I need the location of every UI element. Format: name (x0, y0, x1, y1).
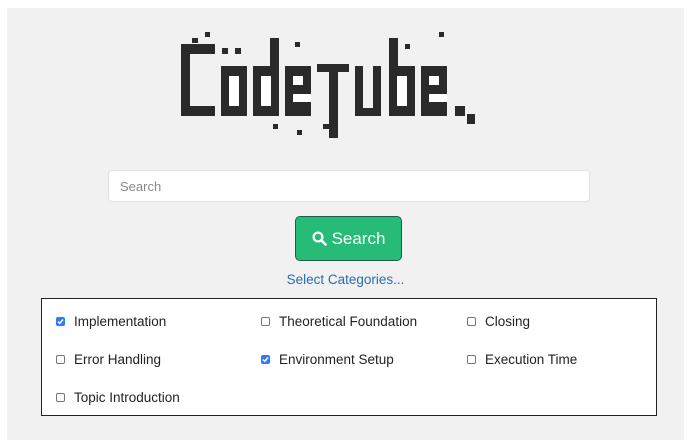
category-label: Implementation (74, 314, 167, 329)
category-label: Theoretical Foundation (279, 314, 418, 329)
category-error-handling[interactable]: Error Handling (56, 352, 161, 367)
checkbox-theoretical-foundation[interactable] (261, 317, 270, 326)
category-execution-time[interactable]: Execution Time (467, 352, 577, 367)
select-categories-label: Select Categories... (286, 272, 405, 287)
checkmark-icon (57, 319, 64, 325)
categories-box: Implementation Theoretical Foundation Cl… (41, 298, 657, 416)
category-label: Closing (485, 314, 531, 329)
magnifier-icon (312, 231, 327, 246)
category-topic-introduction[interactable]: Topic Introduction (56, 390, 180, 405)
checkmark-icon (262, 357, 269, 363)
category-label: Environment Setup (279, 352, 394, 367)
category-closing[interactable]: Closing (467, 314, 530, 329)
checkbox-implementation[interactable] (56, 317, 65, 326)
search-input[interactable] (108, 170, 590, 202)
search-button-label: Search (331, 228, 386, 248)
category-theoretical-foundation[interactable]: Theoretical Foundation (261, 314, 417, 329)
category-environment-setup[interactable]: Environment Setup (261, 352, 394, 367)
checkbox-environment-setup[interactable] (261, 355, 270, 364)
search-button[interactable]: Search (295, 216, 402, 261)
category-implementation[interactable]: Implementation (56, 314, 166, 329)
category-label: Topic Introduction (74, 390, 180, 405)
codetube-logo (177, 24, 537, 140)
checkbox-error-handling[interactable] (56, 355, 65, 364)
category-label: Execution Time (485, 352, 578, 367)
checkbox-topic-introduction[interactable] (56, 393, 65, 402)
checkbox-closing[interactable] (467, 317, 476, 326)
select-categories-link[interactable]: Select Categories... (7, 272, 684, 287)
category-label: Error Handling (74, 352, 162, 367)
main-panel: Search Select Categories... Implementati… (7, 8, 684, 440)
checkbox-execution-time[interactable] (467, 355, 476, 364)
